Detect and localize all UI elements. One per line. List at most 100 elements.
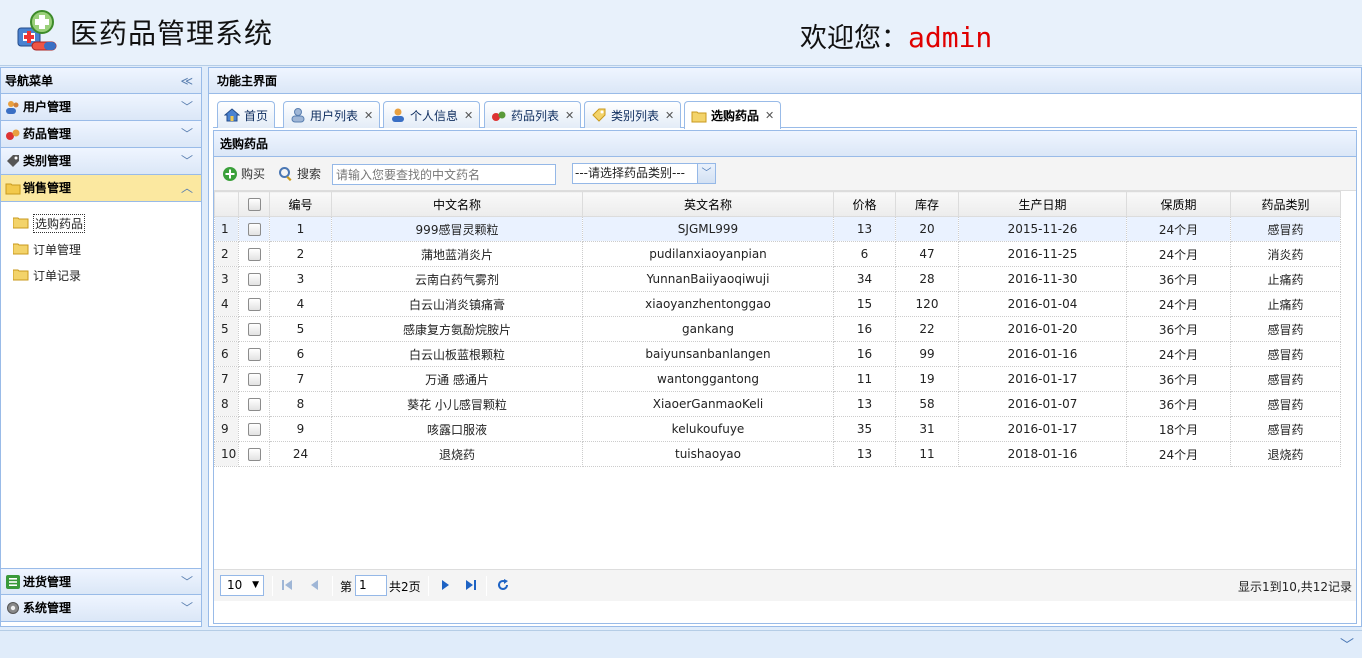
nav-title-bar: 导航菜单 ≪ bbox=[1, 68, 201, 94]
cell-price: 35 bbox=[833, 416, 896, 442]
chevron-down-icon: ﹀ bbox=[180, 575, 193, 589]
cell-stock: 11 bbox=[895, 441, 959, 467]
accordion-user-management[interactable]: 用户管理 ﹀ bbox=[1, 94, 201, 121]
table-row[interactable]: 5 5 感康复方氨酚烷胺片 gankang 16 22 2016-01-20 36个月 感冒药 bbox=[214, 316, 1341, 342]
close-icon[interactable]: ✕ bbox=[364, 109, 373, 122]
col-header-category[interactable]: 药品类别 bbox=[1230, 191, 1341, 217]
cell-production-date: 2016-11-25 bbox=[958, 241, 1127, 267]
submenu-item-order-records[interactable]: 订单记录 bbox=[13, 262, 201, 288]
table-row[interactable]: 4 4 白云山消炎镇痛膏 xiaoyanzhentonggao 15 120 2016-01… bbox=[214, 291, 1341, 317]
cell-category: 感冒药 bbox=[1230, 366, 1341, 392]
col-header-production-date[interactable]: 生产日期 bbox=[958, 191, 1127, 217]
pills-icon bbox=[6, 129, 20, 140]
row-checkbox[interactable] bbox=[238, 266, 270, 292]
cell-id: 6 bbox=[269, 341, 332, 367]
tab-category-list[interactable]: 类别列表 ✕ bbox=[584, 101, 682, 128]
cell-price: 16 bbox=[833, 316, 896, 342]
collapse-left-icon[interactable]: ≪ bbox=[180, 68, 193, 94]
col-header-stock[interactable]: 库存 bbox=[895, 191, 959, 217]
row-checkbox[interactable] bbox=[238, 391, 270, 417]
row-checkbox[interactable] bbox=[238, 316, 270, 342]
cell-shelf-life: 24个月 bbox=[1126, 291, 1231, 317]
row-checkbox[interactable] bbox=[238, 341, 270, 367]
row-checkbox[interactable] bbox=[238, 441, 270, 467]
next-page-icon[interactable] bbox=[438, 578, 452, 592]
buy-label: 购买 bbox=[241, 167, 266, 181]
table-row[interactable]: 6 6 白云山板蓝根颗粒 baiyunsanbanlangen 16 99 2016-01-… bbox=[214, 341, 1341, 367]
gear-icon bbox=[7, 602, 19, 614]
table-row[interactable]: 10 24 退烧药 tuishaoyao 13 11 2018-01-16 24个月 退烧药 bbox=[214, 441, 1341, 467]
close-icon[interactable]: ✕ bbox=[765, 109, 774, 122]
cell-shelf-life: 24个月 bbox=[1126, 241, 1231, 267]
accordion-category-management[interactable]: 类别管理 ﹀ bbox=[1, 148, 201, 175]
folder-icon bbox=[691, 111, 707, 122]
cell-cn-name: 葵花 小儿感冒颗粒 bbox=[331, 391, 583, 417]
search-button[interactable]: 搜索 bbox=[278, 165, 321, 182]
table-row[interactable]: 9 9 咳露口服液 kelukoufuye 35 31 2016-01-17 18个月 感冒药 bbox=[214, 416, 1341, 442]
cell-stock: 22 bbox=[895, 316, 959, 342]
buy-button[interactable]: 购买 bbox=[222, 165, 265, 182]
row-checkbox[interactable] bbox=[238, 366, 270, 392]
row-checkbox[interactable] bbox=[238, 416, 270, 442]
col-header-cn-name[interactable]: 中文名称 bbox=[331, 191, 583, 217]
refresh-icon[interactable] bbox=[496, 578, 510, 592]
table-row[interactable]: 3 3 云南白药气雾剂 YunnanBaiiyaoqiwuji 34 28 2016-11-… bbox=[214, 266, 1341, 292]
first-page-icon[interactable] bbox=[280, 578, 294, 592]
close-icon[interactable]: ✕ bbox=[464, 109, 473, 122]
accordion-system-management[interactable]: 系统管理 ﹀ bbox=[1, 595, 201, 622]
tab-drug-list[interactable]: 药品列表 ✕ bbox=[484, 101, 582, 128]
tab-personal-info[interactable]: 个人信息 ✕ bbox=[383, 101, 481, 128]
page-size-value: 10 bbox=[227, 578, 243, 592]
submenu-item-order-management[interactable]: 订单管理 bbox=[13, 236, 201, 262]
row-number: 1 bbox=[214, 216, 239, 242]
table-row[interactable]: 8 8 葵花 小儿感冒颗粒 XiaoerGanmaoKeli 13 58 2016-01-0… bbox=[214, 391, 1341, 417]
folder-icon bbox=[13, 217, 29, 229]
grid-title: 选购药品 bbox=[214, 131, 1356, 157]
accordion-sales-management[interactable]: 销售管理 ︿ bbox=[1, 175, 201, 202]
close-icon[interactable]: ✕ bbox=[665, 109, 674, 122]
page-size-select[interactable]: 10 ▼ bbox=[220, 575, 264, 596]
submenu-item-select-drugs[interactable]: 选购药品 bbox=[13, 210, 201, 236]
col-header-id[interactable]: 编号 bbox=[269, 191, 332, 217]
pills-icon bbox=[492, 111, 506, 121]
col-header-en-name[interactable]: 英文名称 bbox=[582, 191, 834, 217]
accordion-purchase-management[interactable]: 进货管理 ﹀ bbox=[1, 568, 201, 595]
footer-bar: ﹀ bbox=[0, 630, 1362, 658]
close-icon[interactable]: ✕ bbox=[565, 109, 574, 122]
table-row[interactable]: 7 7 万通 感通片 wantonggantong 11 19 2016-01-17 36个月… bbox=[214, 366, 1341, 392]
cell-cn-name: 云南白药气雾剂 bbox=[331, 266, 583, 292]
row-number: 9 bbox=[214, 416, 239, 442]
col-header-price[interactable]: 价格 bbox=[833, 191, 896, 217]
pager-separator bbox=[332, 576, 333, 596]
tab-select-drugs[interactable]: 选购药品 ✕ bbox=[684, 101, 782, 129]
cell-shelf-life: 18个月 bbox=[1126, 416, 1231, 442]
table-row[interactable]: 2 2 蒲地蓝消炎片 pudilanxiaoyanpian 6 47 2016-11-25 2… bbox=[214, 241, 1341, 267]
welcome-text: 欢迎您：admin bbox=[800, 16, 992, 55]
last-page-icon[interactable] bbox=[464, 578, 478, 592]
cell-price: 6 bbox=[833, 241, 896, 267]
rownum-header bbox=[214, 191, 239, 217]
row-checkbox[interactable] bbox=[238, 241, 270, 267]
row-number: 4 bbox=[214, 291, 239, 317]
category-select[interactable]: ---请选择药品类别--- ﹀ bbox=[572, 163, 716, 184]
table-row[interactable]: 1 1 999感冒灵颗粒 SJGML999 13 20 2015-11-26 24个月 感冒药 bbox=[214, 216, 1341, 242]
search-input[interactable] bbox=[332, 164, 556, 185]
tab-home[interactable]: 首页 bbox=[217, 101, 276, 128]
accordion-label: 进货管理 bbox=[23, 574, 72, 589]
select-all-checkbox[interactable] bbox=[238, 191, 270, 217]
page-number-input[interactable]: 1 bbox=[355, 575, 387, 596]
row-checkbox[interactable] bbox=[238, 291, 270, 317]
cell-category: 感冒药 bbox=[1230, 416, 1341, 442]
chevron-down-icon[interactable]: ﹀ bbox=[1340, 635, 1354, 655]
chevron-down-icon: ﹀ bbox=[697, 164, 715, 183]
row-number: 6 bbox=[214, 341, 239, 367]
row-number: 5 bbox=[214, 316, 239, 342]
tab-user-list[interactable]: 用户列表 ✕ bbox=[283, 101, 381, 128]
row-number: 2 bbox=[214, 241, 239, 267]
cell-en-name: tuishaoyao bbox=[582, 441, 834, 467]
accordion-drug-management[interactable]: 药品管理 ﹀ bbox=[1, 121, 201, 148]
col-header-shelf-life[interactable]: 保质期 bbox=[1126, 191, 1231, 217]
row-checkbox[interactable] bbox=[238, 216, 270, 242]
tab-label: 用户列表 bbox=[310, 108, 359, 123]
prev-page-icon[interactable] bbox=[308, 578, 322, 592]
